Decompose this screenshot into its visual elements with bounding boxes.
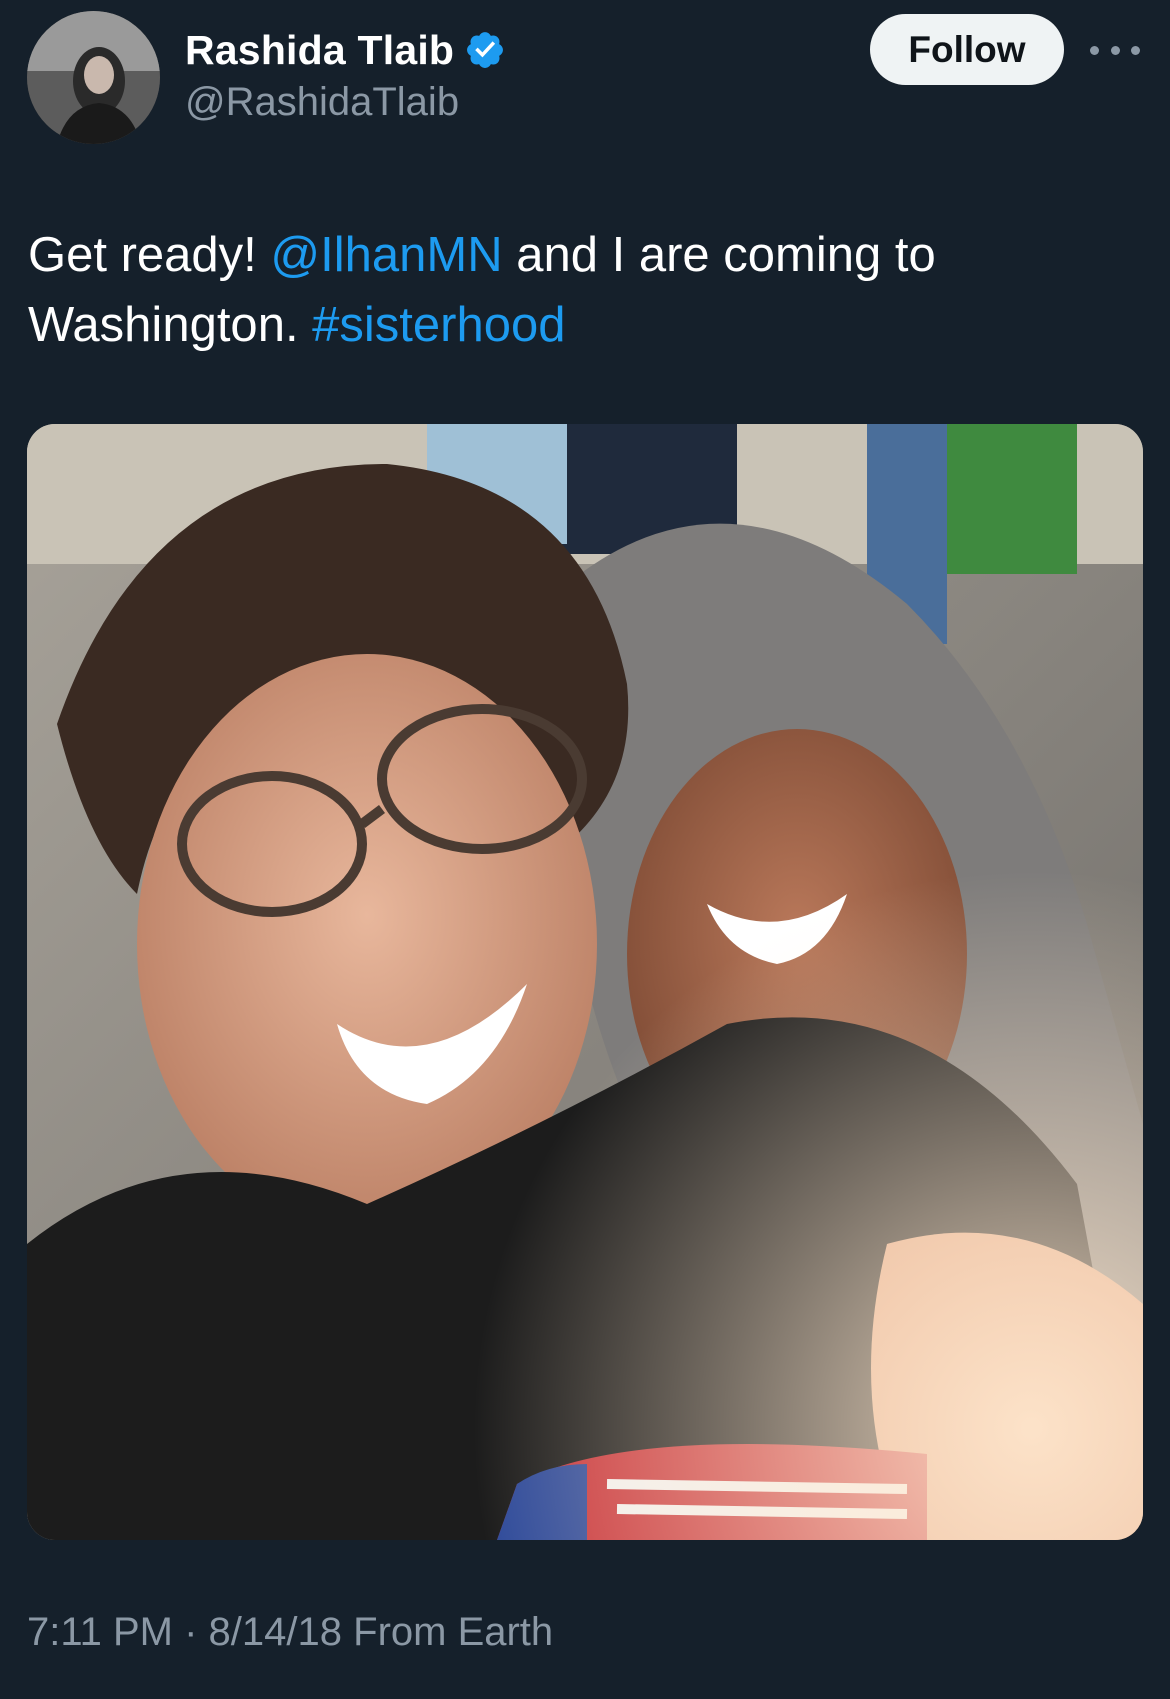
tweet-time[interactable]: 7:11 PM — [27, 1610, 173, 1654]
tweet-header: Rashida Tlaib @RashidaTlaib Follow — [0, 0, 1170, 160]
photo-image — [27, 424, 1143, 1540]
display-name[interactable]: Rashida Tlaib — [185, 27, 454, 74]
more-dot — [1131, 45, 1140, 55]
author-handle[interactable]: @RashidaTlaib — [185, 80, 459, 125]
tweet-date[interactable]: 8/14/18 — [209, 1610, 342, 1654]
tweet-text-prefix: Get ready! — [28, 228, 271, 282]
meta-separator: · — [173, 1610, 209, 1654]
tweet-text: Get ready! @IlhanMN and I are coming to … — [28, 220, 1138, 360]
verified-badge-icon[interactable] — [464, 29, 506, 71]
follow-button[interactable]: Follow — [870, 14, 1064, 85]
tweet-meta: 7:11 PM · 8/14/18 From Earth — [27, 1610, 553, 1655]
author-name-row[interactable]: Rashida Tlaib — [185, 22, 506, 78]
hashtag-link[interactable]: #sisterhood — [312, 298, 565, 352]
mention-link[interactable]: @IlhanMN — [270, 228, 502, 282]
tweet-photo[interactable] — [27, 424, 1143, 1540]
more-dot — [1090, 45, 1099, 55]
avatar[interactable] — [27, 11, 160, 144]
more-horizontal-icon[interactable] — [1090, 32, 1140, 68]
avatar-image — [27, 11, 160, 144]
more-dot — [1110, 45, 1120, 55]
tweet-source: From Earth — [342, 1610, 554, 1654]
